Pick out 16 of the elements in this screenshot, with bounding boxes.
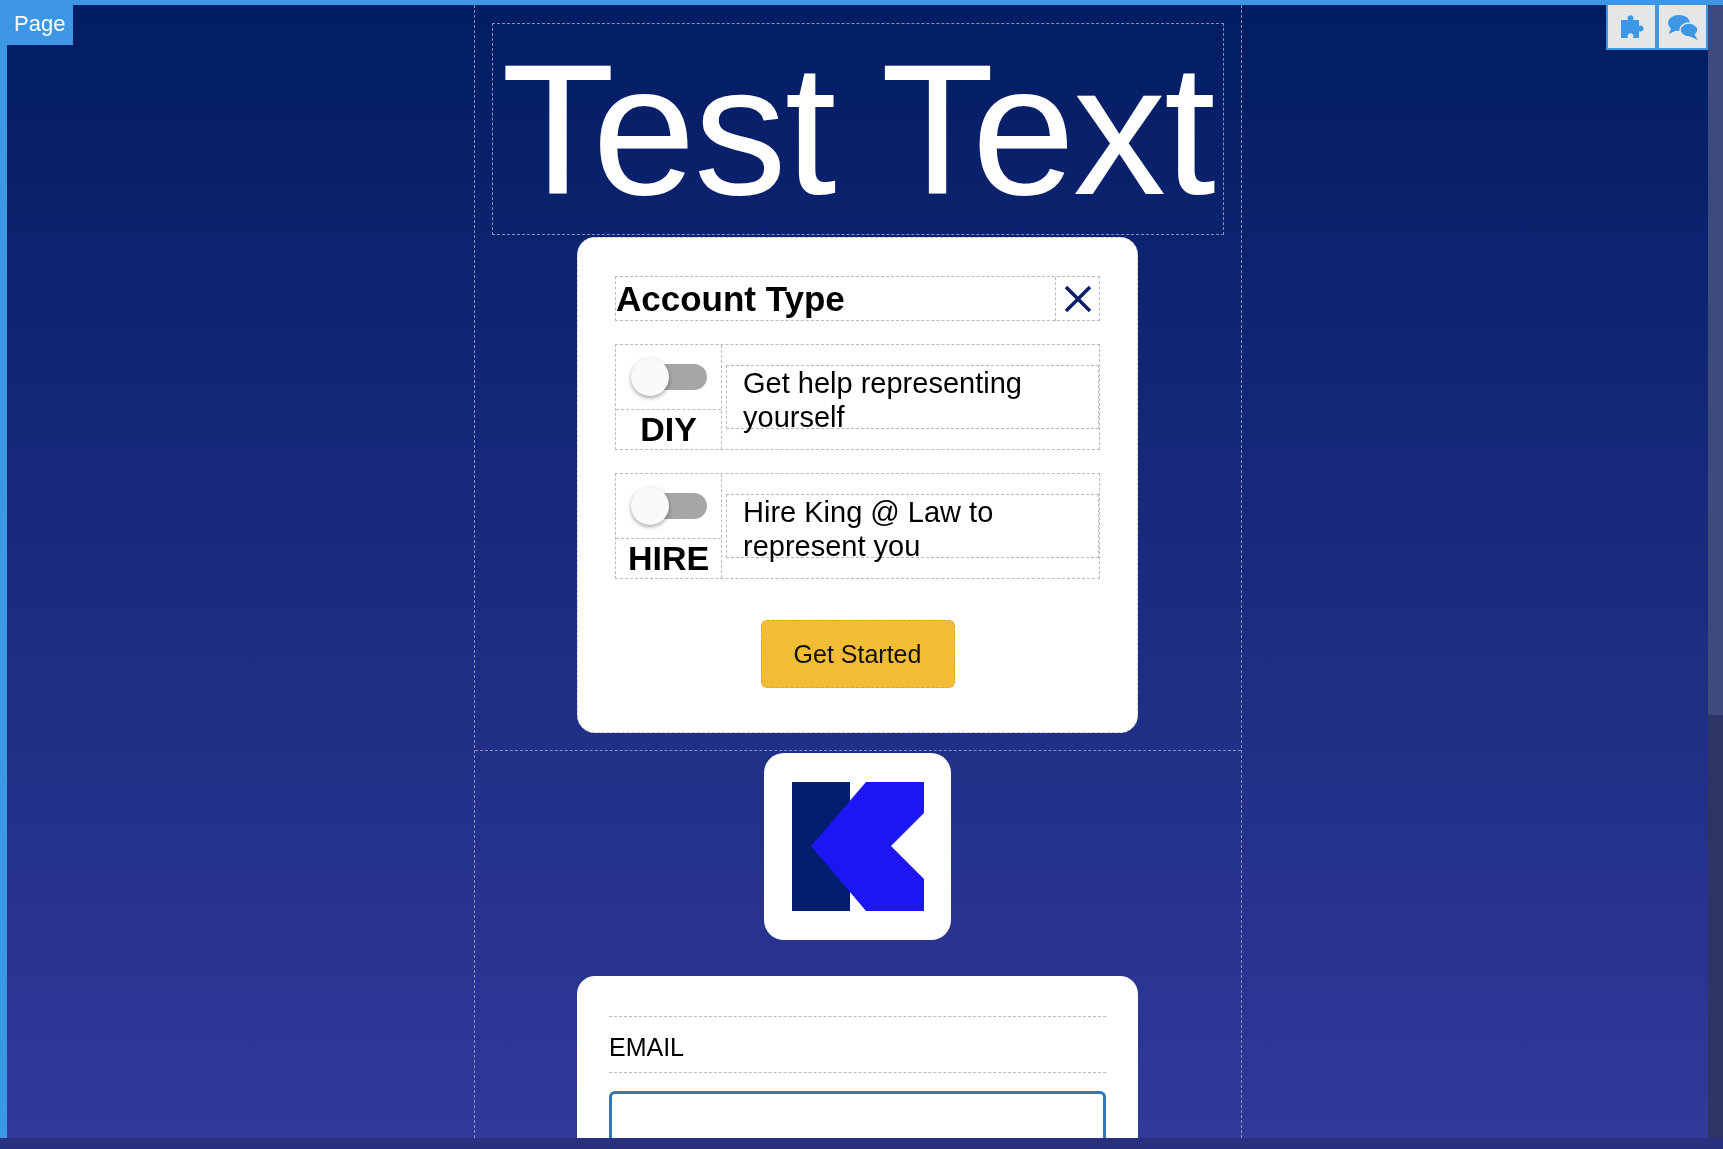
field-label: EMAIL	[609, 1016, 1106, 1073]
toggle-switch[interactable]	[630, 487, 707, 525]
get-started-button[interactable]: Get Started	[760, 620, 955, 688]
page-heading: Test Text	[491, 23, 1224, 235]
puzzle-button[interactable]	[1606, 5, 1657, 50]
page-label: Page	[7, 5, 74, 45]
scrollbar[interactable]	[1708, 5, 1723, 1138]
toggle-switch[interactable]	[630, 358, 707, 396]
puzzle-icon	[1618, 13, 1645, 40]
option-label: DIY	[640, 410, 697, 448]
option-label: HIRE	[627, 539, 710, 577]
logo-icon	[791, 782, 924, 911]
chat-icon	[1666, 12, 1699, 41]
dialog-title: Account Type	[616, 278, 845, 319]
close-icon	[1062, 283, 1093, 314]
chat-button[interactable]	[1657, 5, 1708, 50]
